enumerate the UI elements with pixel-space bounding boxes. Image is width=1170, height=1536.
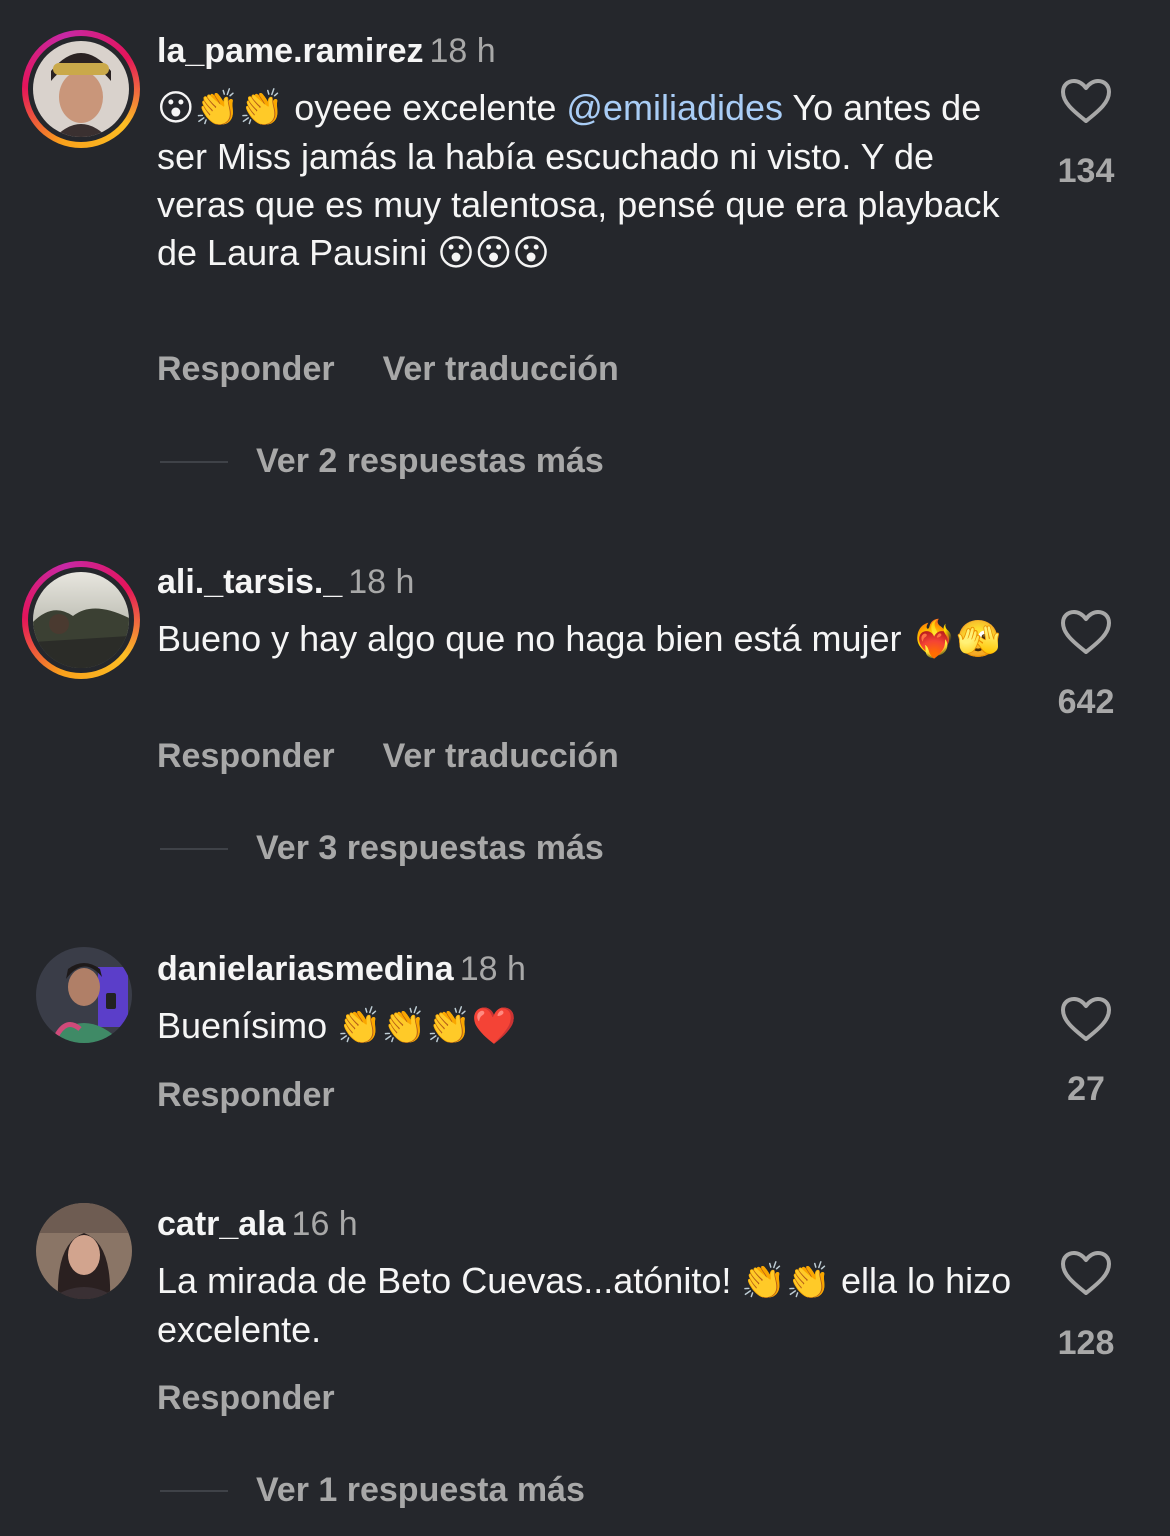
emoji: 👏👏👏❤️ <box>337 1006 517 1047</box>
view-more-replies-label[interactable]: Ver 1 respuesta más <box>256 1471 585 1509</box>
avatar <box>33 41 129 137</box>
comment-actions: Responder Ver traducción <box>157 350 619 389</box>
reply-button[interactable]: Responder <box>157 350 335 388</box>
avatar[interactable] <box>36 947 132 1043</box>
heart-outline-icon[interactable] <box>1060 78 1112 124</box>
like-control: 128 <box>1040 1250 1132 1363</box>
timestamp: 16 h <box>291 1205 358 1243</box>
comment-actions: Responder Ver traducción <box>157 737 619 776</box>
translate-button[interactable]: Ver traducción <box>383 737 619 775</box>
like-control: 27 <box>1040 996 1132 1109</box>
comment-text: La mirada de Beto Cuevas...atónito! 👏👏 e… <box>157 1257 1017 1354</box>
emoji: 👏👏 <box>741 1261 832 1302</box>
timestamp: 18 h <box>348 563 415 601</box>
username[interactable]: danielariasmedina <box>157 950 454 988</box>
divider-line <box>160 1489 228 1492</box>
comment-text-part: oyeee excelente <box>284 87 567 128</box>
comment-actions: Responder <box>157 1076 335 1115</box>
comment-actions: Responder <box>157 1379 335 1418</box>
emoji: ❤️‍🔥🫣 <box>911 619 1002 660</box>
avatar-story-ring[interactable] <box>22 30 140 148</box>
like-control: 642 <box>1040 609 1132 722</box>
like-count: 128 <box>1057 1324 1115 1362</box>
divider-line <box>160 847 228 850</box>
like-count: 134 <box>1057 152 1115 190</box>
view-more-replies[interactable]: Ver 1 respuesta más <box>160 1471 585 1511</box>
divider-line <box>160 460 228 463</box>
emoji: 😮😮😮 <box>437 233 550 274</box>
username[interactable]: la_pame.ramirez <box>157 32 424 70</box>
username[interactable]: ali._tarsis._ <box>157 563 342 601</box>
heart-outline-icon[interactable] <box>1060 609 1112 655</box>
comment-text-part: Buenísimo <box>157 1005 338 1046</box>
mention-link[interactable]: @emiliadides <box>566 87 783 128</box>
view-more-replies-label[interactable]: Ver 3 respuestas más <box>256 829 604 867</box>
timestamp: 18 h <box>459 950 526 988</box>
username[interactable]: catr_ala <box>157 1205 286 1243</box>
view-more-replies[interactable]: Ver 2 respuestas más <box>160 442 604 482</box>
translate-button[interactable]: Ver traducción <box>383 350 619 388</box>
comment-header: ali._tarsis._ 18 h <box>157 562 414 602</box>
comment-text-part: Bueno y hay algo que no haga bien está m… <box>157 618 912 659</box>
comment-text: Bueno y hay algo que no haga bien está m… <box>157 615 1017 664</box>
heart-outline-icon[interactable] <box>1060 1250 1112 1296</box>
avatar <box>33 572 129 668</box>
comment-header: catr_ala 16 h <box>157 1204 358 1244</box>
comment-header: la_pame.ramirez 18 h <box>157 31 496 71</box>
reply-button[interactable]: Responder <box>157 1076 335 1114</box>
comment-text: 😮👏👏 oyeee excelente @emiliadides Yo ante… <box>157 84 1017 278</box>
emoji: 😮👏👏 <box>157 88 285 129</box>
reply-button[interactable]: Responder <box>157 1379 335 1417</box>
like-control: 134 <box>1040 78 1132 191</box>
reply-button[interactable]: Responder <box>157 737 335 775</box>
timestamp: 18 h <box>429 32 496 70</box>
avatar[interactable] <box>36 1203 132 1299</box>
avatar-story-ring[interactable] <box>22 561 140 679</box>
comment-text-part: La mirada de Beto Cuevas...atónito! <box>157 1260 742 1301</box>
view-more-replies[interactable]: Ver 3 respuestas más <box>160 829 604 869</box>
like-count: 642 <box>1057 683 1115 721</box>
like-count: 27 <box>1067 1070 1105 1108</box>
comment-header: danielariasmedina 18 h <box>157 949 526 989</box>
heart-outline-icon[interactable] <box>1060 996 1112 1042</box>
comment-text: Buenísimo 👏👏👏❤️ <box>157 1002 1017 1051</box>
view-more-replies-label[interactable]: Ver 2 respuestas más <box>256 442 604 480</box>
